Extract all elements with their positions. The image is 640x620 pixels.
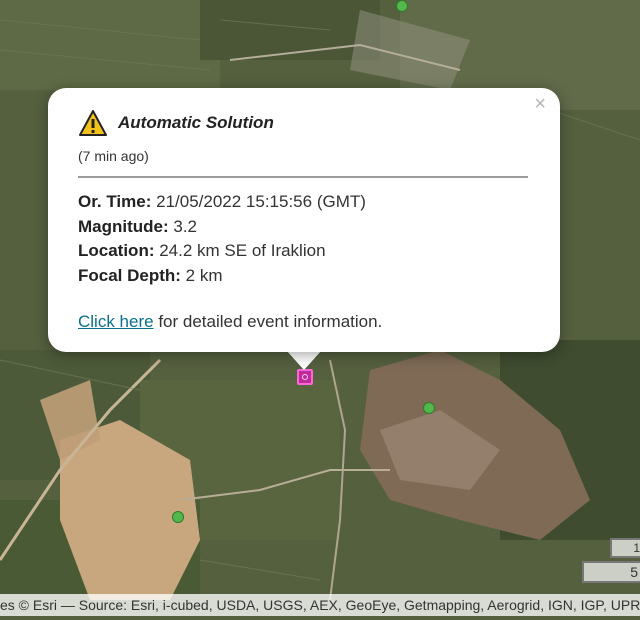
details-link-suffix: for detailed event information. — [153, 312, 383, 331]
details-link[interactable]: Click here — [78, 312, 154, 331]
warning-icon — [79, 110, 107, 136]
time-ago: (7 min ago) — [78, 148, 149, 164]
event-popup: × Automatic Solution (7 min ago) Or. Tim… — [48, 88, 560, 352]
location-row: Location: 24.2 km SE of Iraklion — [78, 239, 530, 264]
station-marker[interactable] — [172, 511, 184, 523]
depth-label: Focal Depth: — [78, 265, 181, 285]
scale-bar-bottom: 5 — [582, 561, 640, 583]
divider — [78, 176, 528, 178]
station-marker[interactable] — [423, 402, 435, 414]
popup-title: Automatic Solution — [118, 113, 274, 132]
magnitude-label: Magnitude: — [78, 216, 169, 236]
epicenter-marker[interactable] — [297, 369, 313, 385]
popup-header: Automatic Solution — [78, 108, 530, 138]
close-icon[interactable]: × — [534, 94, 546, 114]
station-marker[interactable] — [396, 0, 408, 12]
origin-time-value: 21/05/2022 15:15:56 (GMT) — [151, 192, 366, 211]
depth-value: 2 km — [180, 265, 223, 285]
event-details: Or. Time: 21/05/2022 15:15:56 (GMT) Magn… — [78, 190, 530, 288]
popup-tip — [286, 350, 322, 370]
map-attribution: es © Esri — Source: Esri, i-cubed, USDA,… — [0, 594, 640, 616]
magnitude-row: Magnitude: 3.2 — [78, 215, 530, 240]
details-link-row: Click here for detailed event informatio… — [78, 312, 530, 332]
location-value: 24.2 km SE of Iraklion — [154, 241, 326, 260]
location-label: Location: — [78, 241, 155, 260]
depth-row: Focal Depth: 2 km — [78, 264, 530, 289]
magnitude-value: 3.2 — [168, 216, 198, 236]
scale-bar-top: 1 — [610, 538, 640, 558]
origin-time-row: Or. Time: 21/05/2022 15:15:56 (GMT) — [78, 190, 530, 215]
origin-time-label: Or. Time: — [78, 192, 152, 211]
